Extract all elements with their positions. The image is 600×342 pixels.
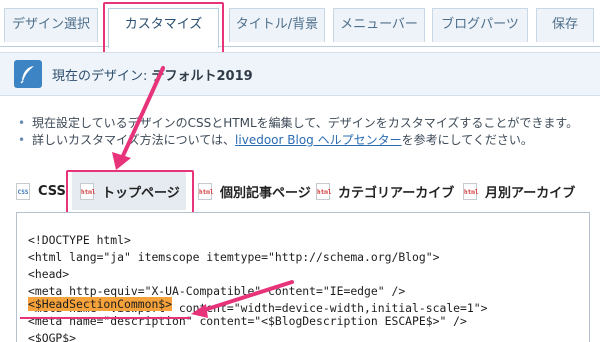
current-design-panel: 現在のデザイン: デフォルト2019 — [0, 52, 600, 96]
file-tab-entry-page[interactable]: html 個別記事ページ — [198, 172, 311, 210]
info-text: 現在設定しているデザインのCSSとHTMLを編集して、デザインをカスタマイズする… — [32, 116, 579, 130]
customize-tab-highlight — [103, 2, 224, 56]
file-tab-label: CSS — [38, 183, 66, 199]
info-text: 詳しいカスタマイズ方法については、 — [32, 133, 236, 147]
tab-label: ブログパーツ — [441, 17, 519, 32]
tab-label: デザイン選択 — [11, 17, 90, 32]
icon-text: html — [464, 188, 479, 196]
head-section-common-tag: <$HeadSectionCommon$> — [28, 297, 173, 311]
code-line: <meta name="description" content="<$Blog… — [28, 314, 467, 328]
tab-label: 保存 — [551, 17, 578, 32]
feather-icon — [14, 60, 42, 88]
code-line: <head> — [28, 267, 70, 281]
file-tab-css[interactable]: CSS CSS — [16, 172, 66, 210]
file-tab-monthly-archive[interactable]: html 月別アーカイブ — [463, 172, 575, 210]
file-tab-label: 月別アーカイブ — [485, 185, 576, 201]
code-line: <$OGP$> — [28, 331, 77, 342]
info-item: 詳しいカスタマイズ方法については、livedoor Blog ヘルプセンターを参… — [16, 132, 586, 149]
icon-text: html — [199, 188, 214, 196]
tab-title-background[interactable]: タイトル/背景 — [229, 8, 325, 42]
design-tab-bar: デザイン選択 カスタマイズ タイトル/背景 メニューバー ブログパーツ 保存 — [0, 0, 600, 48]
html-file-icon: html — [198, 182, 214, 200]
tab-blog-parts[interactable]: ブログパーツ — [432, 8, 528, 42]
current-design-text: 現在のデザイン: デフォルト2019 — [52, 65, 253, 84]
file-tab-category-archive[interactable]: html カテゴリアーカイブ — [316, 172, 454, 210]
icon-text: CSS — [17, 188, 29, 196]
html-code-editor[interactable]: <!DOCTYPE html> <html lang="ja" itemscop… — [16, 212, 590, 342]
tab-label: メニューバー — [340, 17, 418, 32]
info-text: を参考にしてください。 — [401, 133, 533, 147]
code-line: <meta http-equiv="X-UA-Compatible" conte… — [28, 284, 406, 298]
file-tab-label: 個別記事ページ — [220, 185, 311, 201]
file-tab-label: カテゴリアーカイブ — [338, 185, 455, 201]
code-line: <!DOCTYPE html> — [28, 233, 131, 247]
current-design-prefix: 現在のデザイン: — [52, 69, 152, 84]
html-file-icon: html — [316, 182, 332, 200]
tab-label: タイトル/背景 — [235, 17, 319, 32]
highlighted-code-line: <$HeadSectionCommon$> — [28, 297, 173, 311]
customize-info-list: 現在設定しているデザインのCSSとHTMLを編集して、デザインをカスタマイズする… — [16, 115, 586, 149]
tab-save[interactable]: 保存 — [536, 8, 594, 42]
css-file-icon: CSS — [16, 182, 30, 200]
html-file-icon: html — [463, 182, 479, 200]
help-center-link[interactable]: livedoor Blog ヘルプセンター — [235, 133, 402, 147]
current-design-name: デフォルト2019 — [151, 69, 253, 84]
tab-design-select[interactable]: デザイン選択 — [4, 8, 98, 42]
info-item: 現在設定しているデザインのCSSとHTMLを編集して、デザインをカスタマイズする… — [16, 115, 586, 132]
code-line: <html lang="ja" itemscope itemtype="http… — [28, 250, 440, 264]
tab-menu-bar[interactable]: メニューバー — [333, 8, 425, 42]
icon-text: html — [317, 188, 332, 196]
top-page-tab-highlight — [66, 170, 194, 215]
